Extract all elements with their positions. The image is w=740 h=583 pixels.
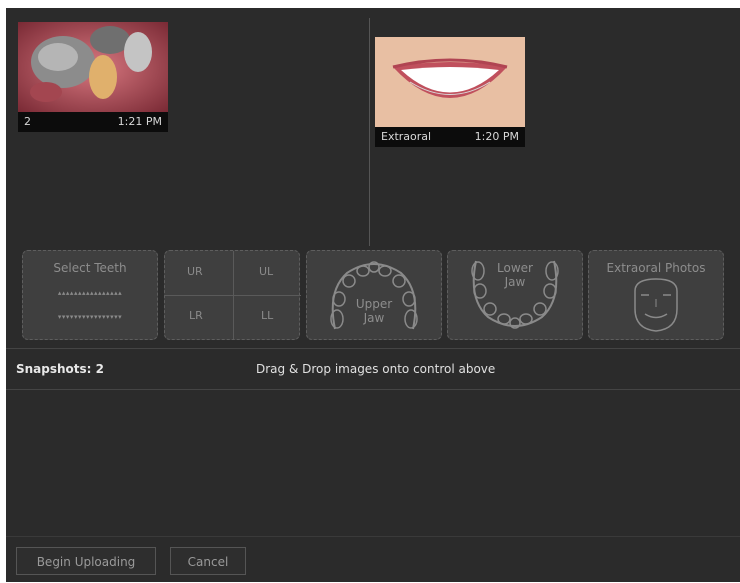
snapshot-thumbnail-extraoral[interactable]: Extraoral 1:20 PM (375, 37, 525, 147)
thumbnail-divider (369, 18, 370, 246)
snapshot-thumbnails: 2 1:21 PM Extraoral 1:20 PM (6, 8, 740, 246)
drop-target-row: Select Teeth ▴▴▴▴▴▴▴▴▴▴▴▴▴▴▴▴ ▾▾▾▾▾▾▾▾▾▾… (6, 246, 740, 346)
upper-jaw-label: Upper Jaw (344, 297, 404, 325)
status-bar: Snapshots: 2 Drag & Drop images onto con… (6, 348, 740, 390)
lower-jaw-label-line2: Jaw (504, 275, 526, 289)
quadrant-divider-horizontal (165, 295, 301, 296)
face-icon (634, 278, 678, 332)
upper-jaw-label-line2: Jaw (363, 311, 385, 325)
dialog-footer: Begin Uploading Cancel (6, 536, 740, 583)
upper-jaw-icon (330, 261, 418, 330)
thumbnail-caption: Extraoral 1:20 PM (375, 127, 525, 147)
quadrant-ll[interactable]: LL (261, 309, 273, 322)
drag-drop-hint: Drag & Drop images onto control above (256, 362, 496, 376)
snapshot-count: Snapshots: 2 (16, 362, 105, 376)
thumbnail-label: 2 (24, 115, 31, 128)
quadrant-ur[interactable]: UR (187, 265, 203, 278)
upper-jaw-label-line1: Upper (355, 297, 393, 311)
upper-jaw-drop-zone[interactable]: Upper Jaw (306, 250, 442, 340)
intraoral-teeth-image (18, 22, 168, 112)
thumbnail-time: 1:21 PM (117, 115, 162, 128)
quadrant-lr[interactable]: LR (189, 309, 203, 322)
lower-teeth-icon: ▾▾▾▾▾▾▾▾▾▾▾▾▾▾▾▾ (57, 313, 123, 321)
lower-jaw-drop-zone[interactable]: Lower Jaw (447, 250, 583, 340)
lower-jaw-label-line1: Lower (497, 261, 533, 275)
lower-jaw-label: Lower Jaw (485, 261, 545, 289)
select-teeth-drop-zone[interactable]: Select Teeth ▴▴▴▴▴▴▴▴▴▴▴▴▴▴▴▴ ▾▾▾▾▾▾▾▾▾▾… (22, 250, 158, 340)
thumbnail-caption: 2 1:21 PM (18, 112, 168, 132)
thumbnail-time: 1:20 PM (474, 130, 519, 143)
begin-uploading-button[interactable]: Begin Uploading (16, 547, 156, 575)
snapshot-thumbnail-intraoral[interactable]: 2 1:21 PM (18, 22, 168, 132)
smile-image (375, 37, 525, 127)
cancel-button[interactable]: Cancel (170, 547, 246, 575)
extraoral-photos-drop-zone[interactable]: Extraoral Photos (588, 250, 724, 340)
quadrant-drop-zone: UR UL LR LL (164, 250, 301, 340)
snapshot-upload-dialog: 2 1:21 PM Extraoral 1:20 PM Select Teeth… (6, 8, 740, 582)
select-teeth-title: Select Teeth (53, 261, 127, 275)
quadrant-ul[interactable]: UL (259, 265, 273, 278)
thumbnail-label: Extraoral (381, 130, 432, 143)
upper-teeth-icon: ▴▴▴▴▴▴▴▴▴▴▴▴▴▴▴▴ (57, 289, 123, 297)
